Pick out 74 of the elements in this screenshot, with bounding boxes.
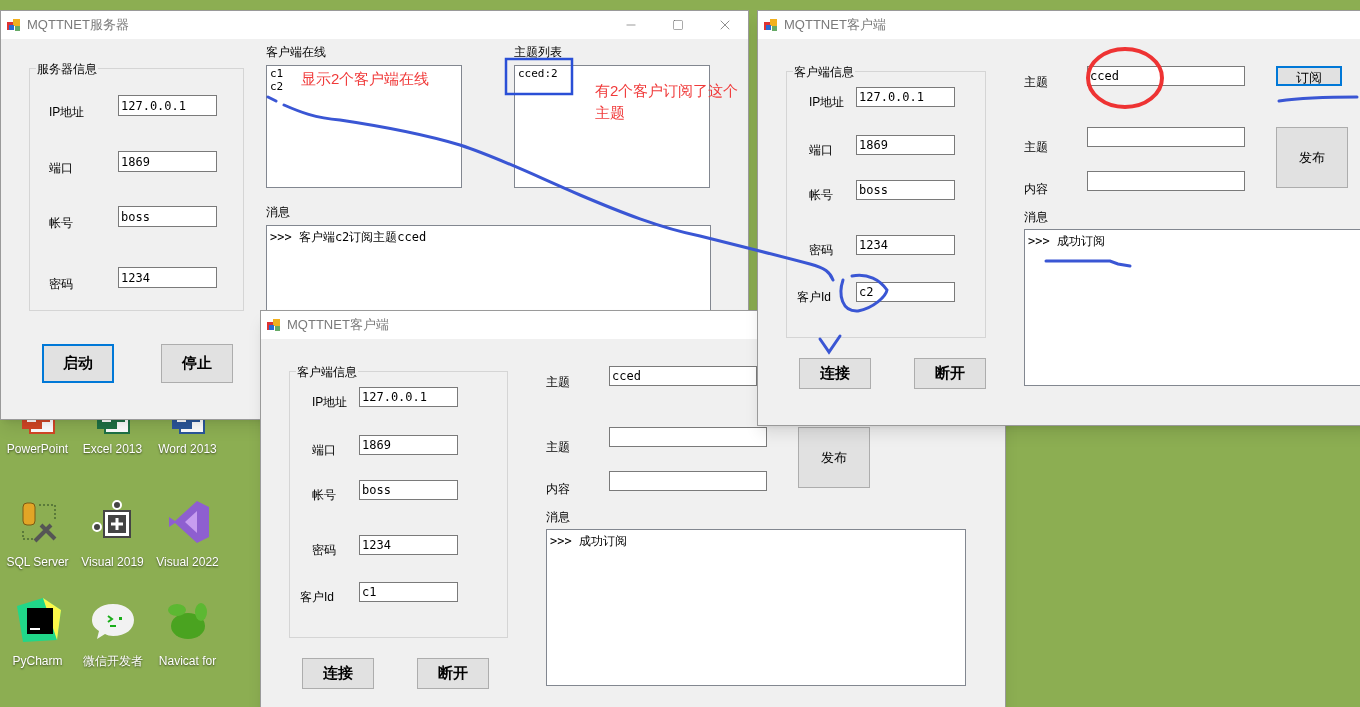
input-field[interactable]: 1869 — [118, 151, 217, 172]
drawn-loop — [839, 273, 889, 313]
input-field[interactable]: cced — [1087, 66, 1245, 86]
input-field[interactable]: 1869 — [359, 435, 458, 455]
field-label: 主题 — [1024, 74, 1048, 91]
annotation-note: 显示2个客户端在线 — [301, 69, 430, 89]
list-item[interactable]: c2 — [270, 80, 284, 93]
input-field[interactable]: 1234 — [118, 267, 217, 288]
field-label: 密码 — [809, 242, 833, 259]
input-field[interactable]: c2 — [856, 282, 955, 302]
field-label: 客户Id — [300, 589, 334, 606]
field-label: 消息 — [1024, 209, 1049, 226]
publish-button[interactable]: 发布 — [798, 427, 870, 488]
input-field[interactable] — [609, 471, 767, 491]
form-button[interactable]: 停止 — [161, 344, 233, 383]
input-field[interactable]: cced — [609, 366, 757, 386]
form-button[interactable]: 订阅 — [1276, 66, 1342, 86]
field-label: 帐号 — [312, 487, 336, 504]
input-field[interactable] — [609, 427, 767, 447]
group-title: 服务器信息 — [36, 60, 98, 78]
app-icon — [764, 18, 778, 32]
input-field[interactable]: boss — [118, 206, 217, 227]
window-title: MQTTNET客户端 — [287, 316, 389, 335]
window-title: MQTTNET客户端 — [784, 16, 886, 35]
message-line: >>> 成功订阅 — [550, 533, 628, 550]
field-label: 消息 — [546, 509, 571, 526]
input-field[interactable] — [1087, 127, 1245, 147]
form-button[interactable]: 断开 — [914, 358, 986, 389]
input-field[interactable]: boss — [856, 180, 955, 200]
field-label: 端口 — [49, 159, 73, 177]
input-field[interactable]: 1234 — [856, 235, 955, 255]
field-label: 端口 — [809, 142, 833, 159]
input-field[interactable]: 1869 — [856, 135, 955, 155]
window-title: MQTTNET服务器 — [27, 16, 129, 35]
input-field[interactable]: 127.0.0.1 — [856, 87, 955, 107]
input-field[interactable]: 127.0.0.1 — [118, 95, 217, 116]
app-icon — [7, 18, 21, 32]
input-field[interactable]: 127.0.0.1 — [359, 387, 458, 407]
field-label: IP地址 — [49, 103, 85, 121]
form-button[interactable]: 启动 — [42, 344, 114, 383]
field-label: 主题 — [546, 374, 570, 391]
field-label: 密码 — [49, 275, 73, 293]
group-title: 客户端信息 — [793, 63, 855, 81]
field-label: IP地址 — [312, 394, 348, 411]
drawn-rectangle — [504, 57, 574, 96]
field-label: 主题列表 — [514, 44, 563, 61]
input-field[interactable]: 1234 — [359, 535, 458, 555]
message-line: >>> 成功订阅 — [1028, 233, 1106, 250]
message-line: >>> 客户端c2订阅主题cced — [270, 229, 428, 246]
drawn-check-mark — [818, 334, 842, 355]
field-label: IP地址 — [809, 94, 845, 111]
form-button[interactable]: 连接 — [302, 658, 374, 689]
field-label: 端口 — [312, 442, 336, 459]
input-field[interactable] — [1087, 171, 1245, 191]
field-label: 消息 — [266, 204, 291, 221]
field-label: 内容 — [546, 481, 570, 498]
field-label: 客户端在线 — [266, 44, 327, 61]
list-item[interactable]: c1 — [270, 67, 284, 80]
publish-button[interactable]: 发布 — [1276, 127, 1348, 188]
field-label: 主题 — [546, 439, 570, 456]
field-label: 主题 — [1024, 139, 1048, 156]
field-label: 客户Id — [797, 289, 831, 306]
form-button[interactable]: 断开 — [417, 658, 489, 689]
field-label: 帐号 — [809, 187, 833, 204]
field-label: 内容 — [1024, 181, 1048, 198]
list-item[interactable]: cced:2 — [518, 67, 558, 80]
form-button[interactable]: 连接 — [799, 358, 871, 389]
input-field[interactable]: c1 — [359, 582, 458, 602]
maximize-icon — [671, 19, 684, 31]
input-field[interactable]: boss — [359, 480, 458, 500]
group-title: 客户端信息 — [296, 363, 358, 381]
field-label: 密码 — [312, 542, 336, 559]
app-icon — [267, 318, 281, 332]
field-label: 帐号 — [49, 214, 73, 232]
